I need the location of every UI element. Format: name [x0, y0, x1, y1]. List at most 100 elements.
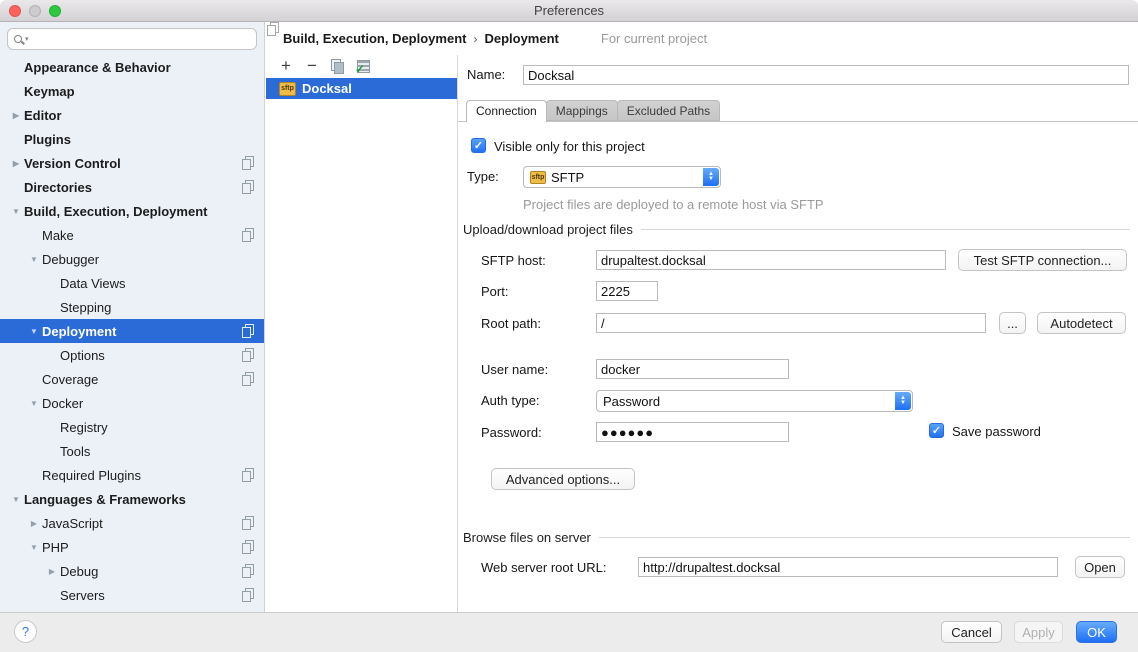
- remove-server-icon[interactable]: −: [305, 56, 319, 76]
- project-level-icon: [241, 564, 254, 577]
- sidebar-item-label: Make: [42, 228, 74, 243]
- scope-label: For current project: [601, 31, 707, 46]
- password-input[interactable]: [596, 422, 789, 442]
- tab-excluded-paths[interactable]: Excluded Paths: [617, 100, 720, 121]
- content-area: Build, Execution, Deployment › Deploymen…: [266, 22, 1138, 612]
- test-sftp-connection-button[interactable]: Test SFTP connection...: [958, 249, 1127, 271]
- chevron-right-icon[interactable]: ▶: [26, 519, 42, 528]
- sidebar-item-languages-frameworks[interactable]: ▼Languages & Frameworks: [0, 487, 264, 511]
- sidebar-item-version-control[interactable]: ▶Version Control: [0, 151, 264, 175]
- deployment-form: Name: ConnectionMappingsExcluded Paths ✓…: [457, 55, 1138, 612]
- sidebar-item-label: Debugger: [42, 252, 99, 267]
- sidebar-item-debugger[interactable]: ▼Debugger: [0, 247, 264, 271]
- sidebar-item-label: Languages & Frameworks: [24, 492, 186, 507]
- chevron-down-icon[interactable]: ▼: [8, 207, 24, 216]
- sidebar-item-appearance-behavior[interactable]: Appearance & Behavior: [0, 55, 264, 79]
- sidebar-item-label: Version Control: [24, 156, 121, 171]
- project-level-icon: [241, 516, 254, 529]
- tab-mappings[interactable]: Mappings: [546, 100, 618, 121]
- web-root-input[interactable]: [638, 557, 1058, 577]
- server-list-panel: + − sftp Docksal: [266, 55, 457, 612]
- sidebar-item-label: Directories: [24, 180, 92, 195]
- minimize-button[interactable]: [29, 5, 41, 17]
- use-as-default-server-icon[interactable]: [357, 60, 370, 73]
- project-level-icon: [241, 540, 254, 553]
- sidebar-item-label: Coverage: [42, 372, 98, 387]
- help-button[interactable]: ?: [14, 620, 37, 643]
- sidebar-item-options[interactable]: Options: [0, 343, 264, 367]
- section-rule: [641, 229, 1130, 230]
- chevron-down-icon[interactable]: ▼: [26, 255, 42, 264]
- sidebar-item-directories[interactable]: Directories: [0, 175, 264, 199]
- sftp-host-input[interactable]: [596, 250, 946, 270]
- project-level-icon: [241, 324, 254, 337]
- search-input[interactable]: [29, 30, 256, 48]
- project-level-icon: [241, 588, 254, 601]
- sidebar-item-label: JavaScript: [42, 516, 103, 531]
- sidebar-item-keymap[interactable]: Keymap: [0, 79, 264, 103]
- sidebar-item-editor[interactable]: ▶Editor: [0, 103, 264, 127]
- server-list-item-docksal[interactable]: sftp Docksal: [266, 78, 457, 99]
- sidebar-item-servers[interactable]: Servers: [0, 583, 264, 607]
- save-password-checkbox[interactable]: ✓: [929, 423, 944, 438]
- sidebar-item-label: Stepping: [60, 300, 111, 315]
- apply-button[interactable]: Apply: [1014, 621, 1063, 643]
- browse-section-label: Browse files on server: [463, 530, 591, 545]
- settings-sidebar: ▾ Appearance & BehaviorKeymap▶EditorPlug…: [0, 22, 265, 612]
- sidebar-item-required-plugins[interactable]: Required Plugins: [0, 463, 264, 487]
- sidebar-item-make[interactable]: Make: [0, 223, 264, 247]
- open-button[interactable]: Open: [1075, 556, 1125, 578]
- sidebar-item-coverage[interactable]: Coverage: [0, 367, 264, 391]
- search-icon: [14, 35, 22, 43]
- tab-connection[interactable]: Connection: [466, 100, 547, 122]
- sidebar-item-docker[interactable]: ▼Docker: [0, 391, 264, 415]
- autodetect-button[interactable]: Autodetect: [1037, 312, 1126, 334]
- ok-button[interactable]: OK: [1076, 621, 1117, 643]
- sidebar-item-data-views[interactable]: Data Views: [0, 271, 264, 295]
- search-field[interactable]: ▾: [7, 28, 257, 50]
- visible-only-checkbox[interactable]: ✓: [471, 138, 486, 153]
- project-level-icon: [241, 372, 254, 385]
- breadcrumb-parent: Build, Execution, Deployment: [283, 31, 466, 46]
- sidebar-item-tools[interactable]: Tools: [0, 439, 264, 463]
- root-path-input[interactable]: [596, 313, 986, 333]
- chevron-down-icon[interactable]: ▼: [26, 399, 42, 408]
- add-server-icon[interactable]: +: [279, 56, 293, 76]
- type-value: SFTP: [551, 170, 584, 185]
- copy-server-icon[interactable]: [331, 59, 345, 74]
- project-level-icon: [241, 348, 254, 361]
- chevron-down-icon[interactable]: ▼: [8, 495, 24, 504]
- sidebar-item-deployment[interactable]: ▼Deployment: [0, 319, 264, 343]
- name-input[interactable]: [523, 65, 1129, 85]
- name-label: Name:: [467, 65, 505, 85]
- chevron-right-icon[interactable]: ▶: [8, 159, 24, 168]
- sidebar-item-label: Options: [60, 348, 105, 363]
- sidebar-item-registry[interactable]: Registry: [0, 415, 264, 439]
- close-button[interactable]: [9, 5, 21, 17]
- sidebar-item-php[interactable]: ▼PHP: [0, 535, 264, 559]
- sftp-icon: sftp: [530, 171, 546, 184]
- port-input[interactable]: [596, 281, 658, 301]
- auth-type-select[interactable]: Password ▲▼: [596, 390, 913, 412]
- sidebar-item-javascript[interactable]: ▶JavaScript: [0, 511, 264, 535]
- sidebar-item-plugins[interactable]: Plugins: [0, 127, 264, 151]
- advanced-options-button[interactable]: Advanced options...: [491, 468, 635, 490]
- type-select[interactable]: sftp SFTP ▲▼: [523, 166, 721, 188]
- upload-section-header: Upload/download project files: [463, 222, 1130, 237]
- browse-root-path-button[interactable]: ...: [999, 312, 1026, 334]
- chevron-right-icon[interactable]: ▶: [8, 111, 24, 120]
- sidebar-item-debug[interactable]: ▶Debug: [0, 559, 264, 583]
- sidebar-item-label: Debug: [60, 564, 98, 579]
- sidebar-item-stepping[interactable]: Stepping: [0, 295, 264, 319]
- chevron-right-icon[interactable]: ▶: [44, 567, 60, 576]
- chevron-down-icon[interactable]: ▼: [26, 327, 42, 336]
- sidebar-item-build-execution-deployment[interactable]: ▼Build, Execution, Deployment: [0, 199, 264, 223]
- project-level-icon: [241, 468, 254, 481]
- project-level-icon: [241, 180, 254, 193]
- chevron-down-icon[interactable]: ▼: [26, 543, 42, 552]
- type-hint: Project files are deployed to a remote h…: [523, 197, 824, 212]
- user-name-input[interactable]: [596, 359, 789, 379]
- zoom-button[interactable]: [49, 5, 61, 17]
- sidebar-item-label: Required Plugins: [42, 468, 141, 483]
- cancel-button[interactable]: Cancel: [941, 621, 1002, 643]
